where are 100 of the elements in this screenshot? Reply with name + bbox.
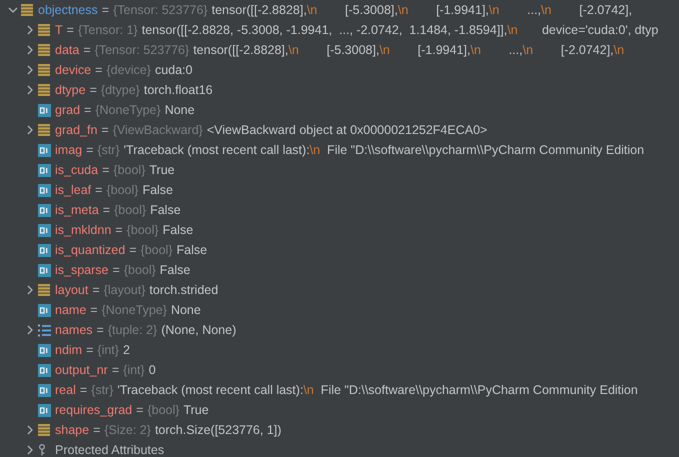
stack-icon xyxy=(38,124,50,136)
stack-icon xyxy=(38,284,50,296)
variable-name[interactable]: is_cuda xyxy=(55,163,98,177)
variable-name[interactable]: names xyxy=(55,323,93,337)
equals-sign: = xyxy=(66,23,74,37)
equals-sign: = xyxy=(115,223,123,237)
variable-name[interactable]: name xyxy=(55,303,86,317)
variable-value: tensor([[-2.8828, -5.3008, -1.9941, ..., -2.0742, 1.1484, -1.8594]],\n device='cuda:0', dtyp xyxy=(142,23,658,37)
stack-icon xyxy=(38,84,50,96)
binary-icon xyxy=(38,104,51,116)
variable-name[interactable]: is_meta xyxy=(55,203,99,217)
equals-sign: = xyxy=(93,423,100,437)
variable-name[interactable]: layout xyxy=(55,283,88,297)
variable-name[interactable]: Protected Attributes xyxy=(55,443,164,457)
stack-icon xyxy=(38,24,50,36)
variable-name[interactable]: real xyxy=(55,383,76,397)
binary-icon xyxy=(38,204,51,216)
equals-sign: = xyxy=(112,263,120,277)
variable-value: <ViewBackward object at 0x0000021252F4ECA0> xyxy=(206,123,488,137)
variable-type: {bool} xyxy=(106,183,138,197)
variable-value: torch.float16 xyxy=(144,83,213,97)
variable-name[interactable]: is_quantized xyxy=(55,243,126,257)
variable-type: {tuple: 2} xyxy=(108,323,158,337)
stack-icon xyxy=(38,64,50,76)
equals-sign: = xyxy=(84,103,92,117)
variable-value: torch.strided xyxy=(149,283,218,297)
binary-icon xyxy=(38,264,51,276)
variable-value: False xyxy=(162,223,194,237)
equals-sign: = xyxy=(129,243,137,257)
variable-type: {bool} xyxy=(126,223,159,237)
variable-name[interactable]: shape xyxy=(55,423,90,437)
variable-name[interactable]: imag xyxy=(55,143,82,157)
variable-name[interactable]: is_leaf xyxy=(55,183,92,197)
variable-name[interactable]: grad xyxy=(55,103,80,117)
variable-type: {bool} xyxy=(140,243,172,257)
variable-name[interactable]: requires_grad xyxy=(55,403,132,417)
variable-type: {Tensor: 1} xyxy=(78,23,138,37)
variable-type: {dtype} xyxy=(100,83,140,97)
variable-value: 'Traceback (most recent call last):\n File "D:\\software\\pycharm\\PyCharm Community Edition xyxy=(117,383,638,397)
variable-name[interactable]: dtype xyxy=(55,83,86,97)
stack-icon xyxy=(38,44,50,56)
binary-icon xyxy=(38,404,51,416)
variable-value: (None, None) xyxy=(161,323,236,337)
variable-value: 2 xyxy=(122,343,130,357)
binary-icon xyxy=(38,224,51,236)
equals-sign: = xyxy=(86,143,94,157)
variable-type: {str} xyxy=(91,383,114,397)
variable-type: {bool} xyxy=(147,403,180,417)
variable-value: False xyxy=(142,183,174,197)
stack-icon xyxy=(21,4,33,16)
variable-value: False xyxy=(176,243,208,257)
variable-type: {layout} xyxy=(104,283,146,297)
binary-icon xyxy=(38,304,51,316)
variable-value: 0 xyxy=(148,363,156,377)
variable-value: None xyxy=(164,103,195,117)
variable-name[interactable]: output_nr xyxy=(55,363,108,377)
equals-sign: = xyxy=(102,203,110,217)
variable-name[interactable]: is_mkldnn xyxy=(55,223,112,237)
binary-icon xyxy=(38,364,51,376)
binary-icon xyxy=(38,344,51,356)
equals-sign: = xyxy=(92,283,100,297)
binary-icon xyxy=(38,164,51,176)
variable-name[interactable]: device xyxy=(55,63,92,77)
variable-type: {Size: 2} xyxy=(104,423,151,437)
variable-value: True xyxy=(149,163,175,177)
equals-sign: = xyxy=(136,403,144,417)
binary-icon xyxy=(38,144,51,156)
binary-icon xyxy=(38,384,51,396)
equals-sign: = xyxy=(80,383,88,397)
stack-icon xyxy=(38,424,50,436)
variable-name[interactable]: T xyxy=(55,23,63,37)
variable-name[interactable]: objectness xyxy=(38,3,98,17)
variable-type: {int} xyxy=(123,363,145,377)
variable-type: {bool} xyxy=(113,163,146,177)
binary-icon xyxy=(38,244,51,256)
variable-type: {Tensor: 523776} xyxy=(113,3,208,17)
list-icon xyxy=(38,324,51,336)
equals-sign: = xyxy=(102,163,110,177)
key-icon xyxy=(38,444,46,456)
equals-sign: = xyxy=(83,43,91,57)
variable-type: {bool} xyxy=(124,263,156,277)
variable-type: {str} xyxy=(97,143,120,157)
variable-value: None xyxy=(170,303,201,317)
variable-value: tensor([[-2.8828],\n [-5.3008],\n [-1.9941],\n ...,\n [-2.0742],\n xyxy=(193,43,624,57)
variable-name[interactable]: data xyxy=(55,43,80,57)
variable-name[interactable]: grad_fn xyxy=(55,123,98,137)
variable-name[interactable]: ndim xyxy=(55,343,82,357)
equals-sign: = xyxy=(102,3,110,17)
equals-sign: = xyxy=(86,343,94,357)
variable-type: {Tensor: 523776} xyxy=(94,43,190,57)
variable-type: {NoneType} xyxy=(102,303,167,317)
variable-type: {bool} xyxy=(114,203,146,217)
variable-value: False xyxy=(150,203,181,217)
variable-value: 'Traceback (most recent call last):\n File "D:\\software\\pycharm\\PyCharm Community Edition xyxy=(124,143,644,157)
equals-sign: = xyxy=(96,323,104,337)
variable-name[interactable]: is_sparse xyxy=(55,263,108,277)
variable-type: {NoneType} xyxy=(95,103,161,117)
variable-type: {device} xyxy=(106,63,151,77)
equals-sign: = xyxy=(112,363,120,377)
equals-sign: = xyxy=(95,63,102,77)
